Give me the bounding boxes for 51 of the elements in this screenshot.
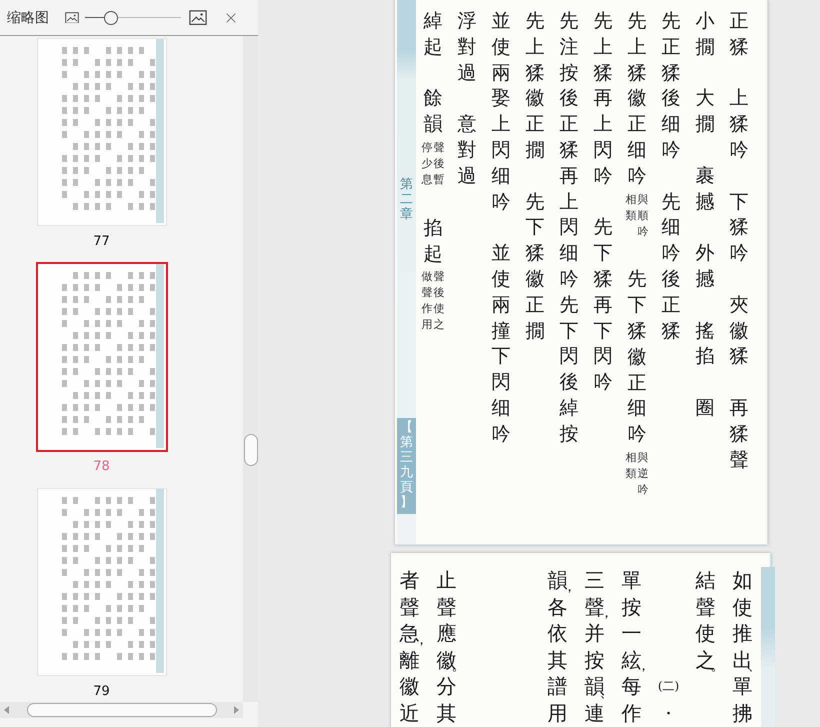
page-number: 79 — [93, 683, 110, 701]
notation-text: 再猱聲 — [730, 396, 748, 473]
notation-text: 先下猱徽正细吟 — [628, 267, 646, 448]
notation-text: 先注按後正猱再上閃细吟 — [560, 9, 578, 292]
chapter-label: 第二章 — [400, 178, 413, 223]
notation-text: 裹撼 — [696, 164, 714, 215]
notation-text: 正猱 — [730, 9, 748, 60]
notation-text: 外撼 — [696, 241, 714, 292]
notation-text: 如使推出、單拂 — [732, 567, 752, 726]
page-number: 77 — [93, 233, 110, 251]
notation-text: 先上猱徽正细吟 — [628, 9, 646, 189]
annotation-text: 停少息 聲後暫 — [422, 140, 444, 188]
notation-text: 先下閃後綽按 — [560, 292, 578, 447]
notation-text: 夾徽猱 — [730, 292, 748, 370]
scroll-left-icon[interactable] — [4, 706, 9, 714]
notation-text: 掐起 — [424, 216, 442, 267]
zoom-slider[interactable] — [85, 10, 181, 26]
notation-text: 並使兩撞下閃细吟 — [492, 241, 510, 447]
horizontal-scrollbar[interactable] — [0, 702, 243, 718]
notation-text: 先下猱徽正撊 — [526, 190, 544, 344]
zoom-in-button[interactable] — [189, 10, 207, 26]
zoom-out-button[interactable] — [65, 12, 79, 24]
image-icon — [65, 12, 79, 24]
notation-text: 小撊 — [696, 9, 714, 60]
notation-text: 下猱吟 — [730, 190, 748, 266]
image-icon — [189, 10, 207, 26]
notation-text: · — [664, 700, 673, 726]
notation-text: 意對過 — [458, 112, 476, 189]
section-number: (二) — [658, 678, 680, 695]
notation-text: 綽起 — [424, 9, 442, 60]
annotation-text: 相類 與順吟 — [626, 192, 648, 240]
notation-text: 上猱吟 — [730, 86, 748, 163]
notation-text: 大撊 — [696, 86, 714, 138]
scroll-right-icon[interactable] — [234, 706, 239, 714]
notation-text: 浮對過 — [458, 9, 476, 86]
annotation-text: 相類 與逆吟 — [626, 450, 648, 498]
scrollbar-thumb[interactable] — [244, 434, 258, 466]
notation-text: 先细吟後正猱 — [662, 190, 680, 344]
notation-text: 先下猱再下閃吟 — [594, 215, 612, 396]
notation-text: 先上猱徽正撊 — [526, 9, 544, 163]
notation-text: 餘韻 — [424, 86, 442, 138]
vertical-scrollbar[interactable] — [243, 36, 258, 702]
page-number: 78 — [93, 458, 110, 476]
notation-text: 先正猱後细吟 — [662, 9, 680, 163]
panel-title: 缩略图 — [7, 8, 49, 26]
notation-text: 並使兩娶上閃细吟 — [492, 9, 510, 215]
annotation-text: 做聲作用 聲後使之 — [422, 269, 444, 334]
notation-text: 圈 — [696, 396, 714, 421]
scrollbar-thumb[interactable] — [26, 703, 216, 717]
notation-text: 搖掐 — [696, 318, 714, 370]
notation-text: 先上猱再上閃吟 — [594, 9, 612, 189]
